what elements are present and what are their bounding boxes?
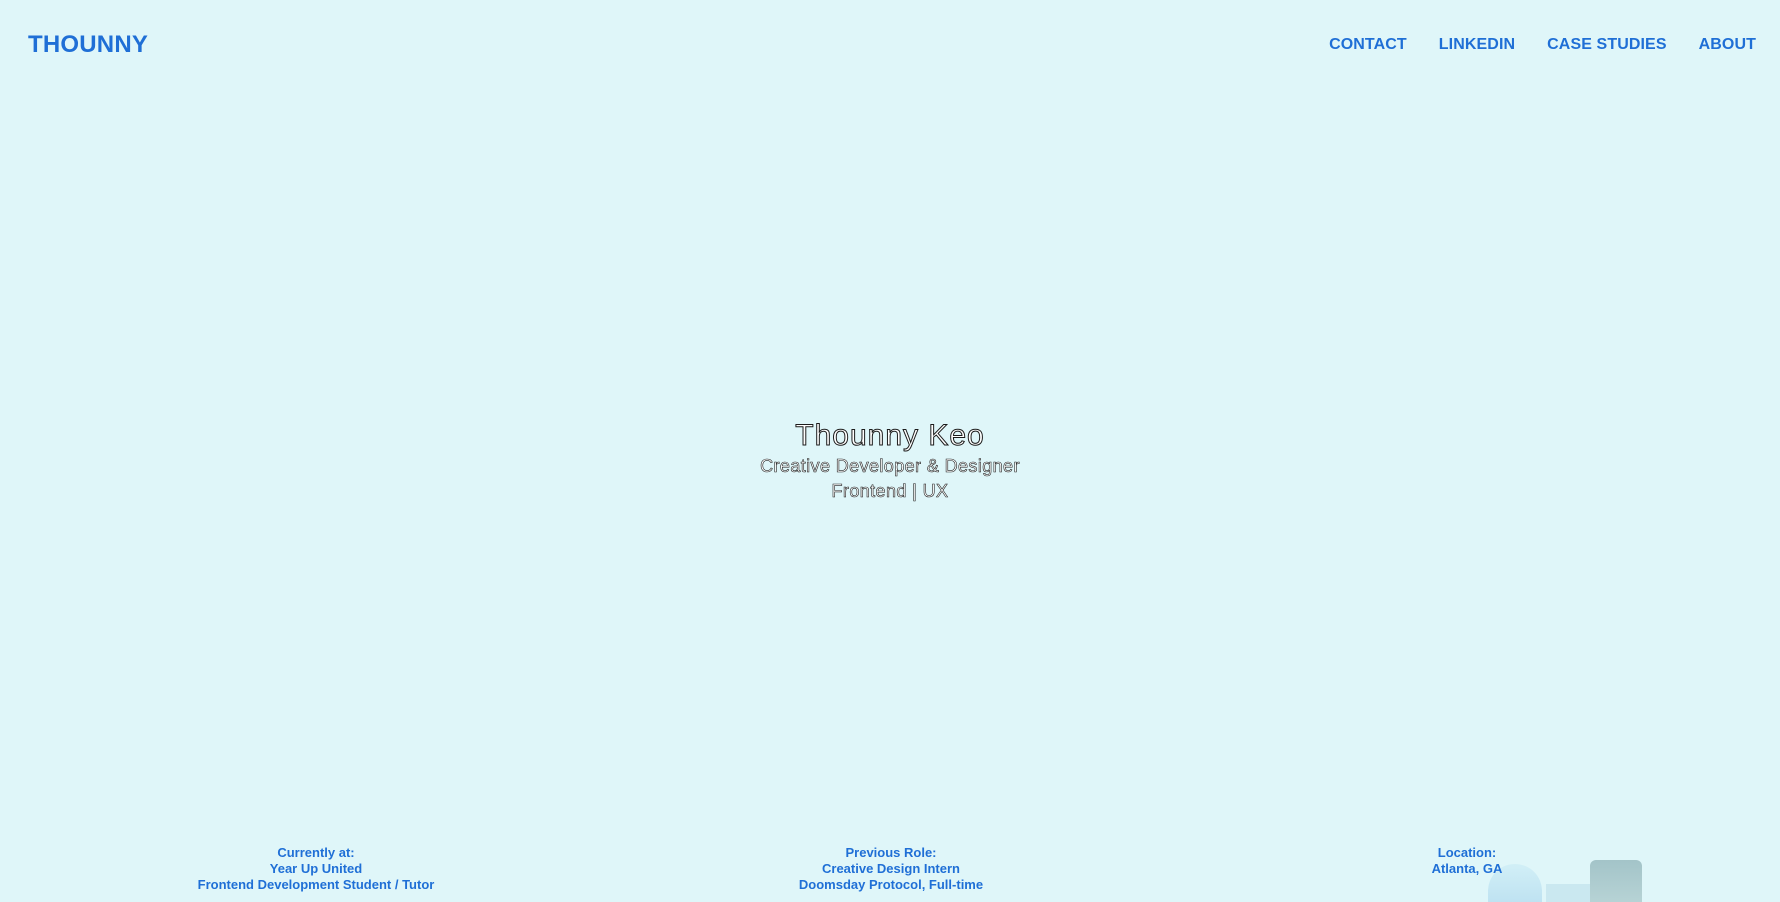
current-heading: Currently at: (277, 845, 355, 860)
hero-section: Thounny Keo Creative Developer & Designe… (0, 418, 1780, 504)
nav-about-link[interactable]: ABOUT (1699, 36, 1756, 54)
location-info: Location: Atlanta, GA (1150, 845, 1780, 877)
nav-linkedin-link[interactable]: LINKEDIN (1439, 36, 1515, 54)
site-header: THOUNNY CONTACT LINKEDIN CASE STUDIES AB… (0, 0, 1780, 92)
site-logo[interactable]: THOUNNY (28, 31, 148, 59)
current-position-info: Currently at: Year Up United Frontend De… (0, 845, 632, 893)
previous-role: Creative Design Intern (822, 861, 960, 876)
hero-name: Thounny Keo (795, 419, 985, 453)
current-org: Year Up United (269, 861, 363, 876)
hero-focus: Frontend | UX (831, 481, 949, 502)
background-photo-fragment (1546, 884, 1590, 902)
nav-contact-link[interactable]: CONTACT (1329, 36, 1407, 54)
location-value: Atlanta, GA (1431, 861, 1503, 876)
location-heading: Location: (1437, 845, 1497, 860)
hero-tagline: Creative Developer & Designer (760, 456, 1020, 477)
current-role: Frontend Development Student / Tutor (197, 877, 435, 892)
previous-heading: Previous Role: (845, 845, 937, 860)
main-nav: CONTACT LINKEDIN CASE STUDIES ABOUT (1329, 36, 1756, 54)
previous-role-info: Previous Role: Creative Design Intern Do… (632, 845, 1150, 893)
previous-org: Doomsday Protocol, Full-time (798, 877, 984, 892)
nav-case-studies-link[interactable]: CASE STUDIES (1547, 36, 1666, 54)
